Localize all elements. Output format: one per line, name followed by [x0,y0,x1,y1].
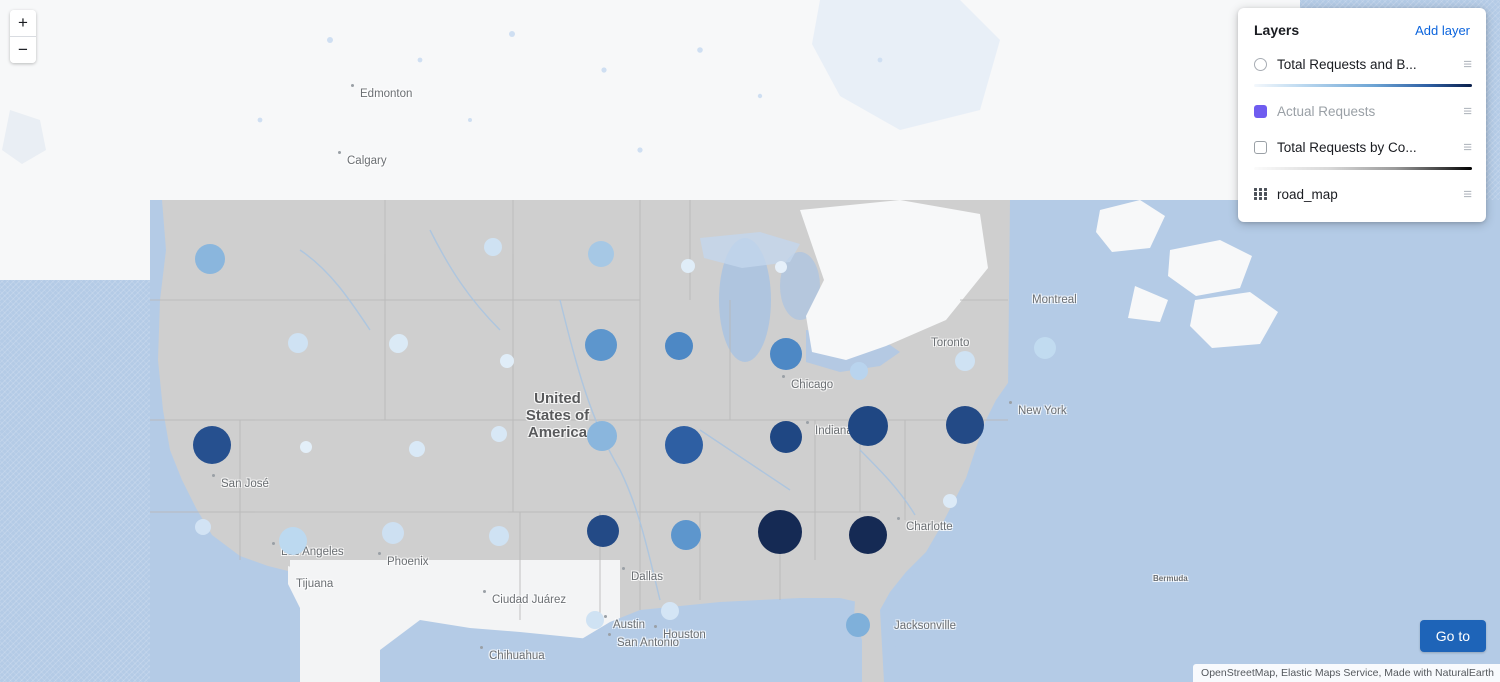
map-data-point[interactable] [946,406,984,444]
city-marker-dot [608,633,611,636]
layer-row[interactable]: Total Requests by Co... ≡ [1238,129,1486,165]
go-to-button[interactable]: Go to [1419,620,1486,652]
city-marker-dot [1009,401,1012,404]
layers-panel-title: Layers [1254,22,1300,38]
map-data-point[interactable] [585,329,617,361]
map-data-point[interactable] [193,426,231,464]
map-data-point[interactable] [195,244,225,274]
zoom-in-button[interactable]: + [10,10,36,36]
layer-row[interactable]: Actual Requests ≡ [1238,93,1486,129]
map-data-point[interactable] [849,516,887,554]
city-marker-dot [378,552,381,555]
layer-label: Total Requests and B... [1277,56,1417,72]
city-marker-dot [212,474,215,477]
map-data-point[interactable] [775,261,787,273]
circle-outline-icon [1254,57,1267,71]
map-data-point[interactable] [661,602,679,620]
map-data-point[interactable] [288,333,308,353]
map-attribution: OpenStreetMap, Elastic Maps Service, Mad… [1193,664,1500,682]
map-application: Edmonton Calgary Montreal Toronto Chicago New… [0,0,1500,682]
layer-label: road_map [1277,186,1338,202]
layer-row[interactable]: road_map ≡ [1238,176,1486,212]
map-data-point[interactable] [500,354,514,368]
map-data-point[interactable] [300,441,312,453]
map-data-point[interactable] [665,332,693,360]
map-data-point[interactable] [1034,337,1056,359]
filled-square-icon [1254,104,1267,118]
drag-handle-icon[interactable]: ≡ [1459,140,1472,155]
map-data-point[interactable] [770,338,802,370]
map-data-point[interactable] [489,526,509,546]
city-marker-dot [480,646,483,649]
map-data-point[interactable] [491,426,507,442]
map-data-point[interactable] [587,421,617,451]
map-data-point[interactable] [943,494,957,508]
zoom-controls: + − [10,10,36,63]
city-marker-dot [806,421,809,424]
map-data-point[interactable] [382,522,404,544]
drag-handle-icon[interactable]: ≡ [1459,187,1472,202]
zoom-out-button[interactable]: − [10,36,36,63]
map-data-point[interactable] [770,421,802,453]
map-data-point[interactable] [389,335,407,353]
drag-handle-icon[interactable]: ≡ [1459,104,1472,119]
layers-panel-header: Layers Add layer [1238,8,1486,46]
map-data-point[interactable] [195,519,211,535]
layer-label: Total Requests by Co... [1277,139,1417,155]
layer-label: Actual Requests [1277,103,1376,119]
map-data-point[interactable] [758,510,802,554]
layer-color-gradient-legend [1254,84,1472,87]
city-marker-dot [338,151,341,154]
city-marker-dot [272,542,275,545]
city-marker-dot [897,517,900,520]
map-data-point[interactable] [850,362,868,380]
city-marker-dot [654,625,657,628]
map-data-point[interactable] [665,426,703,464]
grid-tiles-icon [1254,187,1267,201]
city-marker-dot [351,84,354,87]
layers-list: Total Requests and B... ≡ Actual Requests ≡… [1238,46,1486,212]
map-data-point[interactable] [279,527,307,555]
layer-color-gradient-legend [1254,167,1472,170]
map-data-point[interactable] [409,441,425,457]
layers-panel: Layers Add layer Total Requests and B...… [1238,8,1486,222]
map-data-point[interactable] [846,613,870,637]
map-data-point[interactable] [587,515,619,547]
add-layer-link[interactable]: Add layer [1415,23,1470,38]
map-data-point[interactable] [848,406,888,446]
map-data-point[interactable] [955,351,975,371]
map-data-point[interactable] [588,241,614,267]
map-data-point[interactable] [586,611,604,629]
drag-handle-icon[interactable]: ≡ [1459,57,1472,72]
map-data-point[interactable] [671,520,701,550]
city-marker-dot [782,375,785,378]
checkbox-icon[interactable] [1254,140,1267,154]
layer-row[interactable]: Total Requests and B... ≡ [1238,46,1486,82]
city-marker-dot [622,567,625,570]
city-marker-dot [483,590,486,593]
city-marker-dot [604,615,607,618]
map-data-point[interactable] [681,259,695,273]
map-data-point[interactable] [484,238,502,256]
